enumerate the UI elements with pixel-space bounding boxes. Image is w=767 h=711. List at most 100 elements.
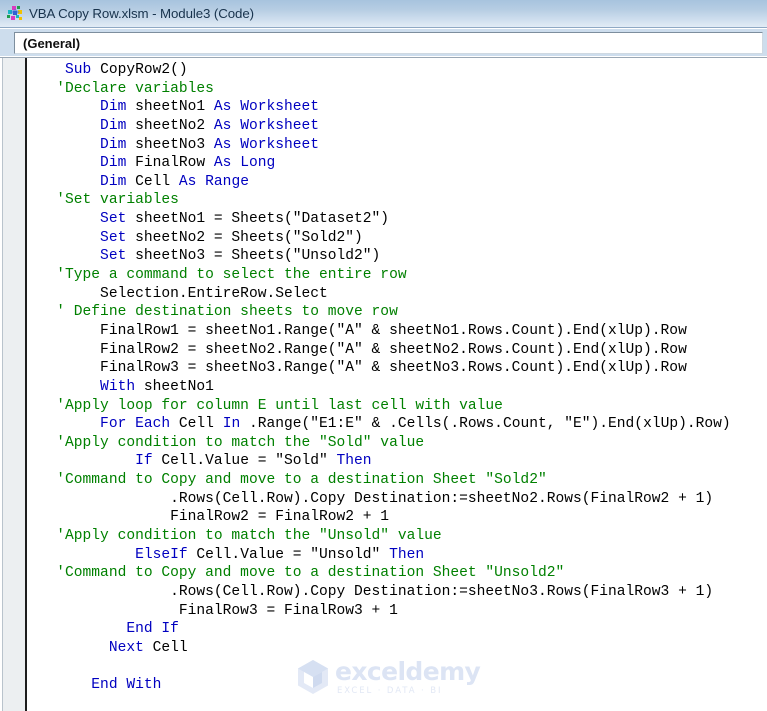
code-token: Cell	[178, 416, 223, 433]
code-line: 'Apply loop for column E until last cell…	[30, 397, 767, 416]
code-line: 'Command to Copy and move to a destinati…	[30, 471, 767, 490]
code-line: 'Apply condition to match the "Unsold" v…	[30, 527, 767, 546]
code-line: Selection.EntireRow.Select	[30, 285, 767, 304]
code-line: Set sheetNo2 = Sheets("Sold2")	[30, 229, 767, 248]
code-token: Range	[205, 173, 249, 190]
code-token: If	[30, 453, 162, 470]
code-token: Dim	[30, 173, 136, 190]
code-text-area[interactable]: Sub CopyRow2() 'Declare variables Dim sh…	[30, 61, 767, 709]
code-token: Next	[30, 639, 153, 656]
code-token: Worksheet	[240, 136, 320, 153]
code-token: FinalRow	[135, 155, 214, 172]
code-token: Dim	[30, 117, 136, 134]
object-combo-box[interactable]: (General)	[14, 32, 763, 54]
code-token: 'Type a command to select the entire row	[30, 267, 407, 284]
code-line: 'Command to Copy and move to a destinati…	[30, 564, 767, 583]
margin-indicator-bar[interactable]	[3, 58, 27, 711]
object-combo-value: (General)	[23, 35, 81, 51]
code-token: FinalRow3 = sheetNo3.Range("A" & sheetNo…	[30, 360, 687, 377]
code-line: ' Define destination sheets to move row	[30, 303, 767, 322]
code-line: Sub CopyRow2()	[30, 61, 767, 80]
code-line: Dim sheetNo2 As Worksheet	[30, 117, 767, 136]
vba-module-icon	[5, 5, 25, 23]
code-token: 'Apply condition to match the "Unsold" v…	[30, 528, 442, 545]
code-token: Dim	[30, 99, 136, 116]
code-token: 'Command to Copy and move to a destinati…	[30, 565, 565, 582]
code-token: 'Apply condition to match the "Sold" val…	[30, 434, 425, 451]
code-line: ElseIf Cell.Value = "Unsold" Then	[30, 546, 767, 565]
code-token: sheetNo2	[135, 117, 214, 134]
code-line: 'Declare variables	[30, 80, 767, 99]
code-line: 'Apply condition to match the "Sold" val…	[30, 434, 767, 453]
code-line: End With	[30, 676, 767, 695]
code-token: ' Define destination sheets to move row	[30, 304, 398, 321]
code-line: FinalRow2 = FinalRow2 + 1	[30, 508, 767, 527]
code-token: sheetNo2 = Sheets("Sold2")	[135, 229, 363, 246]
code-line: With sheetNo1	[30, 378, 767, 397]
code-token: Dim	[30, 136, 136, 153]
code-token: Cell.Value = "Unsold"	[196, 546, 390, 563]
code-token: sheetNo1 = Sheets("Dataset2")	[135, 211, 390, 228]
code-token: sheetNo1	[135, 99, 214, 116]
code-token: Worksheet	[240, 99, 320, 116]
code-token: FinalRow2 = FinalRow2 + 1	[30, 509, 390, 526]
code-token: Cell.Value = "Sold"	[161, 453, 337, 470]
code-token: 'Declare variables	[30, 80, 214, 97]
code-token: Cell	[152, 639, 188, 656]
code-line: For Each Cell In .Range("E1:E" & .Cells(…	[30, 415, 767, 434]
code-line: Dim sheetNo3 As Worksheet	[30, 136, 767, 155]
code-line: Set sheetNo1 = Sheets("Dataset2")	[30, 210, 767, 229]
code-line: End If	[30, 620, 767, 639]
code-token: As	[178, 173, 206, 190]
code-line: FinalRow1 = sheetNo1.Range("A" & sheetNo…	[30, 322, 767, 341]
code-token: End If	[30, 621, 179, 638]
code-token: FinalRow3 = FinalRow3 + 1	[30, 602, 398, 619]
code-token: Set	[30, 211, 136, 228]
code-token: sheetNo3	[135, 136, 214, 153]
code-token: .Rows(Cell.Row).Copy Destination:=sheetN…	[30, 583, 714, 600]
code-token: FinalRow2 = sheetNo2.Range("A" & sheetNo…	[30, 341, 687, 358]
code-token: In	[222, 416, 249, 433]
code-token: As	[213, 136, 241, 153]
code-token: Dim	[30, 155, 136, 172]
code-token: Selection.EntireRow.Select	[30, 285, 328, 302]
code-token: 'Command to Copy and move to a destinati…	[30, 472, 547, 489]
code-line: Set sheetNo3 = Sheets("Unsold2")	[30, 247, 767, 266]
code-token: As	[213, 117, 241, 134]
code-token: Set	[30, 248, 136, 265]
code-line: Dim sheetNo1 As Worksheet	[30, 98, 767, 117]
code-token: Set	[30, 229, 136, 246]
code-token: 'Apply loop for column E until last cell…	[30, 397, 503, 414]
code-pane-toolbar: (General)	[0, 29, 767, 56]
code-line: FinalRow3 = FinalRow3 + 1	[30, 602, 767, 621]
window-title: VBA Copy Row.xlsm - Module3 (Code)	[29, 6, 254, 21]
code-line: If Cell.Value = "Sold" Then	[30, 452, 767, 471]
code-token: Then	[336, 453, 372, 470]
code-token: sheetNo3 = Sheets("Unsold2")	[135, 248, 381, 265]
code-token: FinalRow1 = sheetNo1.Range("A" & sheetNo…	[30, 322, 687, 339]
code-token: End With	[30, 677, 162, 694]
code-line: Dim Cell As Range	[30, 173, 767, 192]
window-titlebar: VBA Copy Row.xlsm - Module3 (Code)	[0, 0, 767, 28]
code-line: 'Type a command to select the entire row	[30, 266, 767, 285]
code-token: CopyRow2()	[100, 62, 188, 78]
code-token: Long	[240, 155, 276, 172]
code-token: sheetNo1	[143, 378, 214, 395]
code-line: .Rows(Cell.Row).Copy Destination:=sheetN…	[30, 583, 767, 602]
code-token: .Rows(Cell.Row).Copy Destination:=sheetN…	[30, 490, 714, 507]
code-line: Next Cell	[30, 639, 767, 658]
code-editor-pane[interactable]: Sub CopyRow2() 'Declare variables Dim sh…	[0, 57, 767, 711]
code-line: FinalRow3 = sheetNo3.Range("A" & sheetNo…	[30, 359, 767, 378]
vba-editor-window: VBA Copy Row.xlsm - Module3 (Code) (Gene…	[0, 0, 767, 711]
code-token: Cell	[135, 173, 179, 190]
code-token: .Range("E1:E" & .Cells(.Rows.Count, "E")…	[248, 416, 731, 433]
code-token: Worksheet	[240, 117, 320, 134]
code-token: ElseIf	[30, 546, 197, 563]
code-token: Sub	[30, 62, 101, 78]
code-token: As	[213, 99, 241, 116]
code-token: Then	[389, 546, 425, 563]
code-line: 'Set variables	[30, 191, 767, 210]
code-token: As	[213, 155, 241, 172]
code-token: With	[30, 378, 144, 395]
